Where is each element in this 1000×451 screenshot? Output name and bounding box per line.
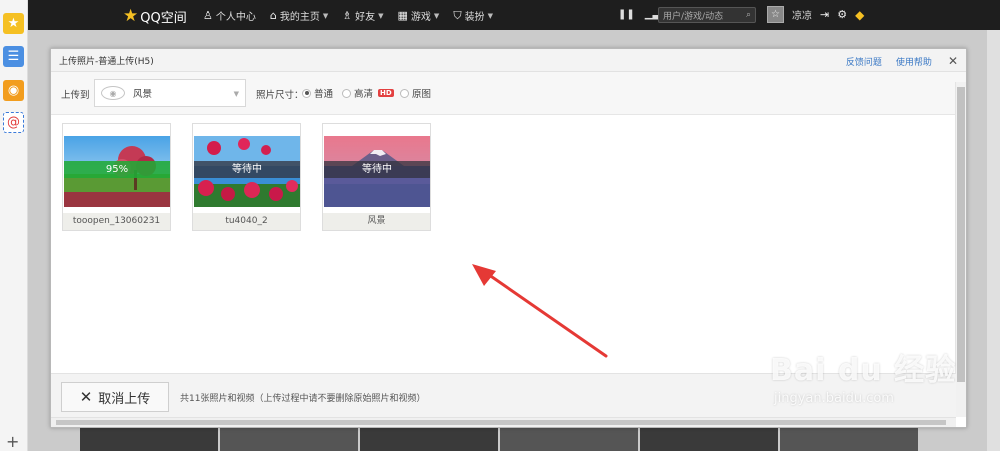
upload-progress: 95% [64,161,170,178]
page-scrollbar[interactable] [987,30,1000,451]
dialog-title: 上传照片-普通上传(H5) [59,56,154,67]
upload-status: 等待中 [194,161,300,178]
background-photo [780,428,918,451]
photo-card[interactable]: 等待中 tu4040_2 [192,123,301,231]
logout-icon[interactable]: ⇥ [820,8,829,21]
size-radio-original[interactable]: 原图 [400,86,431,100]
list-app-icon[interactable]: ☰ [3,46,24,67]
search-icon[interactable]: ⌕ [746,10,751,20]
chevron-down-icon: ▼ [378,11,384,20]
close-icon: ✕ [79,388,93,406]
close-icon[interactable]: ✕ [948,54,958,68]
diamond-icon[interactable]: ◆ [855,8,864,22]
watermark-url: jingyan.baidu.com [774,391,894,406]
scrollbar-thumb[interactable] [56,420,946,425]
chevron-down-icon: ▼ [322,11,329,20]
username[interactable]: 凉凉 [792,7,812,22]
background-photo [220,428,358,451]
top-navigation-bar: ★ QQ空间 ♙ 个人中心 ⌂ 我的主页 ▼ ♗ 好友 ▼ ▦ 游戏 ▼ ⛉ 装… [28,0,1000,30]
nav-my-homepage[interactable]: ⌂ 我的主页 ▼ [270,8,328,23]
weibo-icon[interactable]: ◉ [3,80,24,101]
radio-icon [400,88,409,98]
nav-personal-center[interactable]: ♙ 个人中心 [203,8,256,23]
upload-summary: 共11张照片和视频（上传过程中请不要删除原始照片和视频） [180,394,426,404]
radio-selected-icon [302,88,311,98]
dialog-links: 反馈问题 使用帮助 ✕ [846,54,958,68]
shirt-icon: ⛉ [453,8,462,22]
photo-name: 风景 [323,213,430,230]
dialog-scrollbar[interactable] [955,82,966,417]
chevron-down-icon: ▼ [433,11,440,20]
feedback-link[interactable]: 反馈问题 [846,55,882,68]
add-icon[interactable]: + [6,432,19,451]
avatar[interactable]: ☆ [767,6,784,23]
dialog-header: 上传照片-普通上传(H5) 反馈问题 使用帮助 ✕ [51,49,966,72]
friends-icon: ♗ [342,9,353,22]
upload-to-label: 上传到 [61,90,90,101]
radio-icon [342,88,351,98]
nav-games[interactable]: ▦ 游戏 ▼ [398,8,440,23]
horizontal-scrollbar[interactable] [51,417,956,427]
qzone-logo[interactable]: ★ QQ空间 [123,6,187,26]
chevron-down-icon: ▼ [233,90,239,98]
photo-thumbnail: 等待中 [324,136,430,207]
background-photo [360,428,498,451]
eye-icon: ◉ [101,86,125,100]
home-icon: ⌂ [269,9,277,22]
nav-dress-up[interactable]: ⛉ 装扮 ▼ [453,8,493,24]
background-photo [500,428,638,451]
upload-options: 上传到 ◉ 风景 ▼ 照片尺寸： 普通 高清 HD 原图 [51,72,966,115]
photo-card[interactable]: 95% tooopen_13060231 [62,123,171,231]
photo-size-label: 照片尺寸： [256,90,304,101]
album-select[interactable]: ◉ 风景 ▼ [94,79,246,107]
upload-status: 等待中 [324,161,430,178]
pause-icon[interactable]: ❚❚ [618,9,635,20]
mail-at-icon[interactable]: @ [3,112,24,133]
photo-thumbnail: 等待中 [194,136,300,207]
photo-thumbnail: 95% [64,136,170,207]
photo-name: tu4040_2 [193,213,300,230]
favorites-star-icon[interactable]: ★ [3,13,24,34]
photo-card[interactable]: 等待中 风景 [322,123,431,231]
photo-grid: 95% tooopen_13060231 等待中 tu4040_2 等待中 风景 [51,116,956,373]
baidu-watermark: Bai du 经验 jingyan.baidu.com [770,345,956,406]
qzone-star-icon: ★ [123,6,139,26]
help-link[interactable]: 使用帮助 [896,55,932,68]
background-photo-strip [80,428,920,451]
main-nav: ♙ 个人中心 ⌂ 我的主页 ▼ ♗ 好友 ▼ ▦ 游戏 ▼ ⛉ 装扮 ▼ [203,8,493,24]
chevron-down-icon: ▼ [487,11,493,20]
search-input[interactable]: 用户/游戏/动态 ⌕ [658,7,756,23]
watermark-logo: Bai du 经验 [770,353,957,388]
size-radio-hd[interactable]: 高清 HD [342,86,394,100]
background-photo [80,428,218,451]
games-icon: ▦ [397,9,408,22]
person-icon: ♙ [203,9,213,22]
left-dock: ★ ☰ ◉ @ + [0,0,28,451]
scrollbar-thumb[interactable] [957,87,965,382]
photo-name: tooopen_13060231 [63,213,170,230]
nav-friends[interactable]: ♗ 好友 ▼ [342,8,383,23]
size-radio-normal[interactable]: 普通 [302,86,333,100]
album-name: 风景 [133,89,153,100]
gear-icon[interactable]: ⚙ [837,8,847,21]
background-photo [640,428,778,451]
hd-badge: HD [378,89,394,97]
user-area: ☆ 凉凉 ⇥ ⚙ ◆ [767,6,864,23]
cancel-upload-button[interactable]: ✕ 取消上传 [61,382,169,412]
